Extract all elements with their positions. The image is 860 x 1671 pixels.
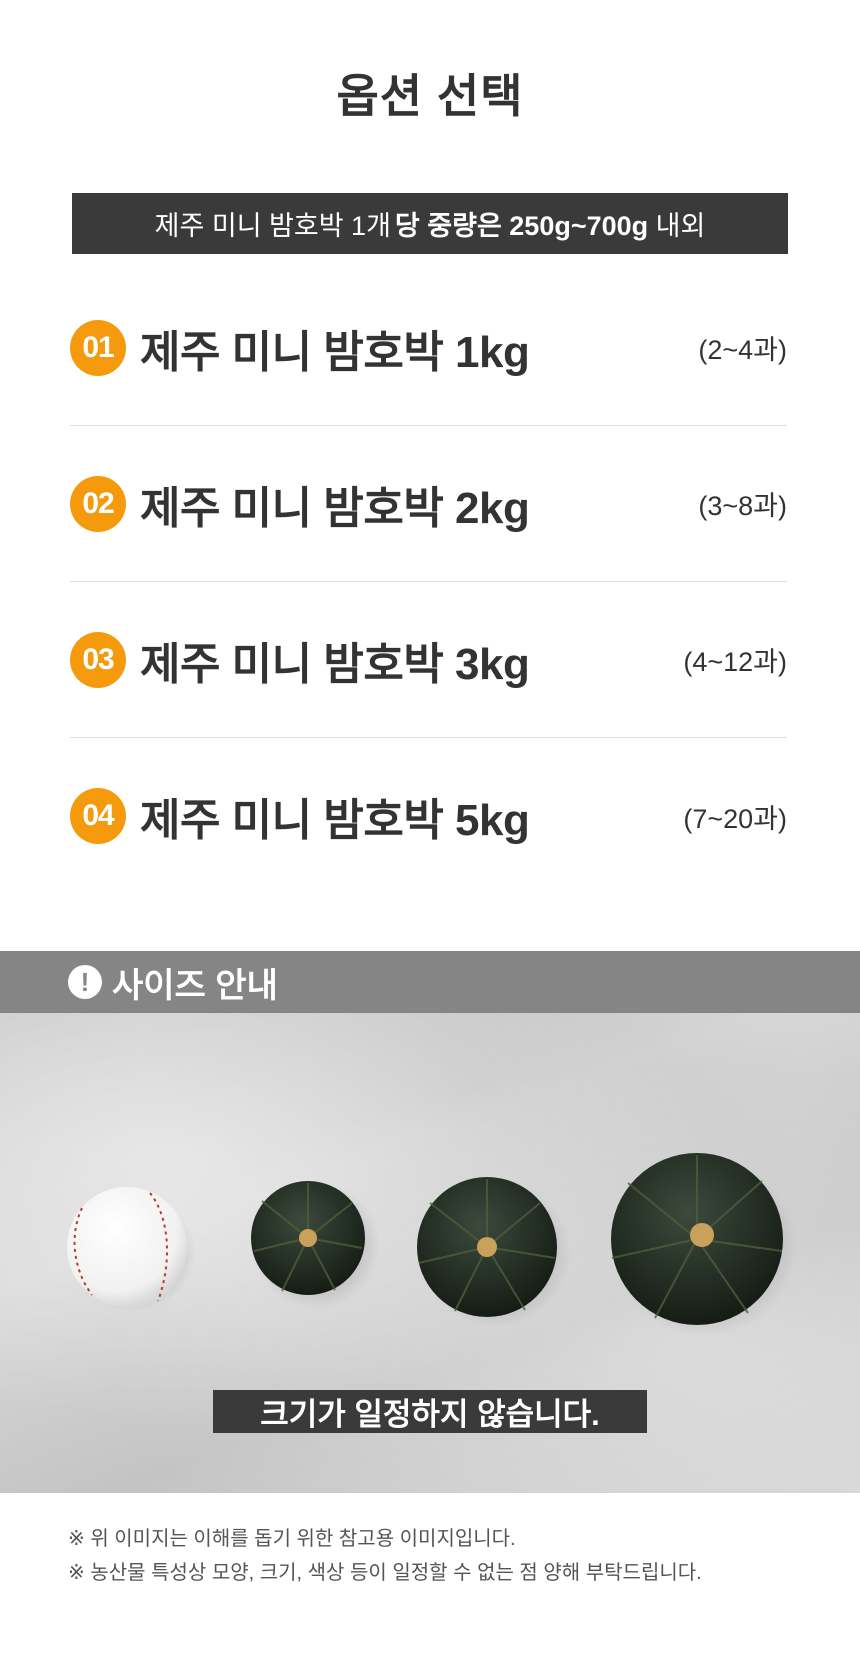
notice-list: ※ 위 이미지는 이해를 돕기 위한 참고용 이미지입니다. ※ 농산물 특성상… <box>68 1522 702 1590</box>
exclamation-circle-icon: ! <box>68 965 102 999</box>
option-name: 제주 미니 밤호박 1kg <box>140 327 530 377</box>
option-item-1kg[interactable]: 01 제주 미니 밤호박 1kg (2~4과) <box>70 270 787 426</box>
option-name: 제주 미니 밤호박 5kg <box>140 796 530 845</box>
option-count: (7~20과) <box>683 803 787 834</box>
option-number-badge: 02 <box>70 475 126 532</box>
option-name: 제주 미니 밤호박 2kg <box>140 483 530 533</box>
option-count: (3~8과) <box>698 491 787 521</box>
size-caption: 크기가 일정하지 않습니다. <box>213 1390 647 1433</box>
notice-item: ※ 농산물 특성상 모양, 크기, 색상 등이 일정할 수 없는 점 양해 부탁… <box>68 1562 702 1584</box>
option-name: 제주 미니 밤호박 3kg <box>140 639 530 689</box>
option-number-badge: 04 <box>70 788 126 844</box>
small-pumpkin-image <box>251 1181 380 1309</box>
weight-banner: 제주 미니 밤호박 1개 당 중량은 250g~700g 내외 <box>72 193 788 254</box>
option-item-2kg[interactable]: 02 제주 미니 밤호박 2kg (3~8과) <box>70 426 787 582</box>
baseball-image <box>67 1187 196 1311</box>
banner-bold-text: 당 중량은 250g~700g <box>394 211 649 241</box>
option-list: 01 제주 미니 밤호박 1kg (2~4과) 02 제주 미니 밤호박 2kg… <box>70 270 787 894</box>
option-item-3kg[interactable]: 03 제주 미니 밤호박 3kg (4~12과) <box>70 582 787 738</box>
page-title: 옵션 선택 <box>336 70 524 122</box>
option-number-badge: 03 <box>70 631 126 688</box>
size-guide-label: 사이즈 안내 <box>112 966 278 1005</box>
option-count: (2~4과) <box>698 335 787 365</box>
option-count: (4~12과) <box>683 647 787 677</box>
notice-item: ※ 위 이미지는 이해를 돕기 위한 참고용 이미지입니다. <box>68 1528 516 1550</box>
banner-suffix-text: 내외 <box>648 211 706 241</box>
large-pumpkin-image <box>611 1153 797 1337</box>
option-number-badge: 01 <box>70 319 126 376</box>
size-guide-header: ! 사이즈 안내 <box>0 951 860 1013</box>
medium-pumpkin-image <box>417 1177 571 1327</box>
option-item-5kg[interactable]: 04 제주 미니 밤호박 5kg (7~20과) <box>70 738 787 894</box>
banner-normal-text: 제주 미니 밤호박 1개 <box>154 211 391 241</box>
